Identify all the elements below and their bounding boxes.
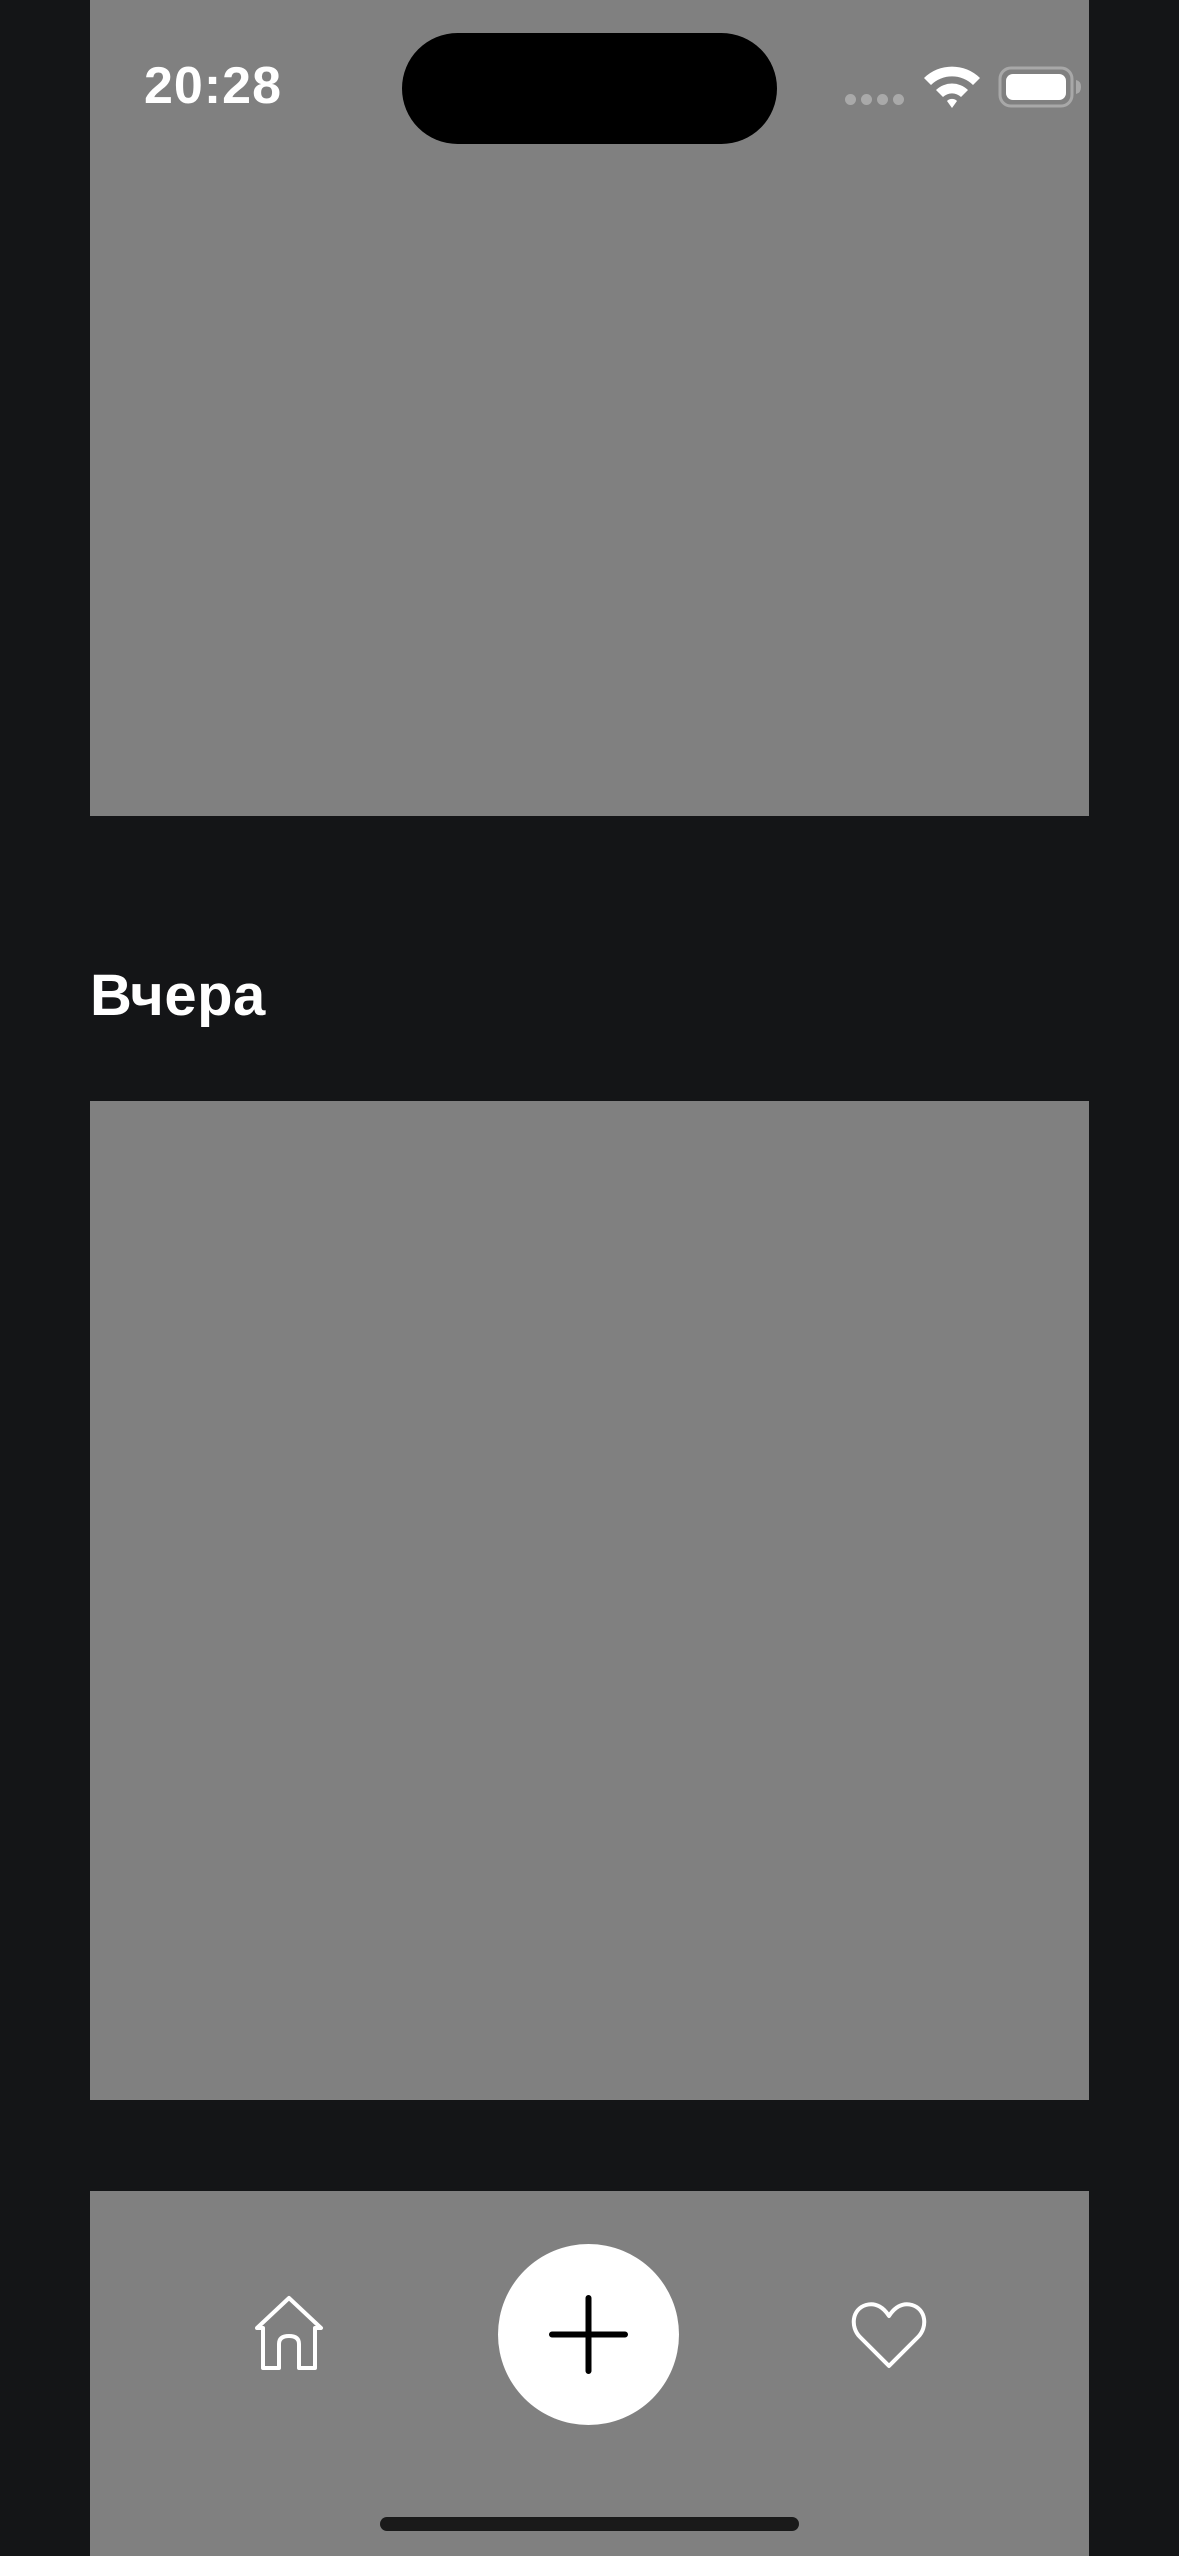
wifi-icon <box>922 63 982 109</box>
section-title: Вчера <box>90 963 266 1028</box>
status-time: 20:28 <box>144 57 282 115</box>
battery-icon <box>998 66 1082 108</box>
tab-home[interactable] <box>247 2292 331 2376</box>
plus-icon <box>549 2295 628 2374</box>
add-button[interactable] <box>498 2244 679 2425</box>
cellular-signal-icon <box>845 94 905 106</box>
home-icon <box>255 2296 323 2370</box>
tab-favorites[interactable] <box>847 2292 931 2376</box>
dynamic-island <box>402 33 777 144</box>
photo-placeholder[interactable] <box>90 1101 1089 2100</box>
feed: Вчера <box>0 0 1179 2556</box>
home-indicator <box>380 2517 799 2531</box>
heart-icon <box>851 2302 927 2368</box>
